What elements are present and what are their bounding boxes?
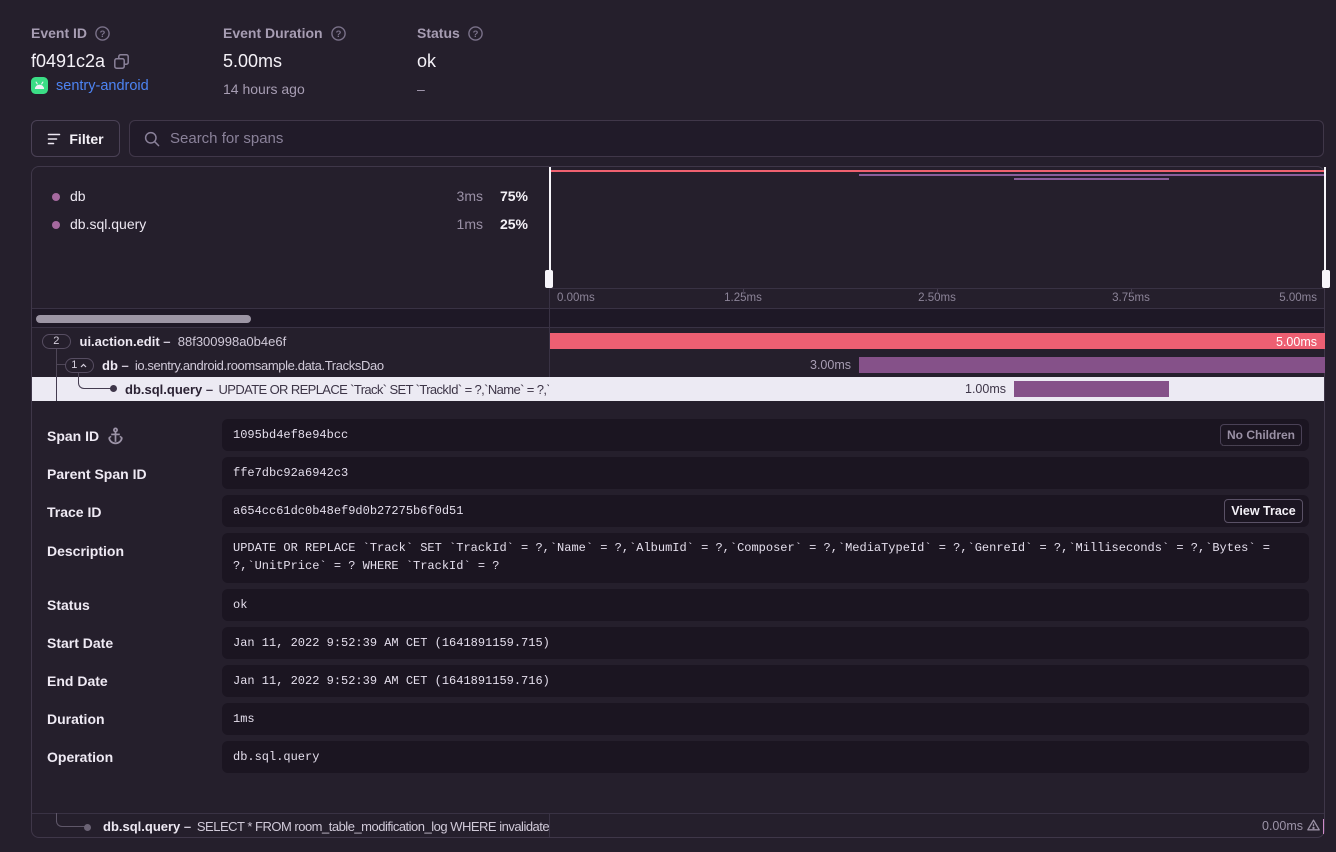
svg-text:?: ?: [472, 28, 478, 39]
svg-text:?: ?: [100, 28, 106, 39]
svg-text:?: ?: [335, 28, 341, 39]
